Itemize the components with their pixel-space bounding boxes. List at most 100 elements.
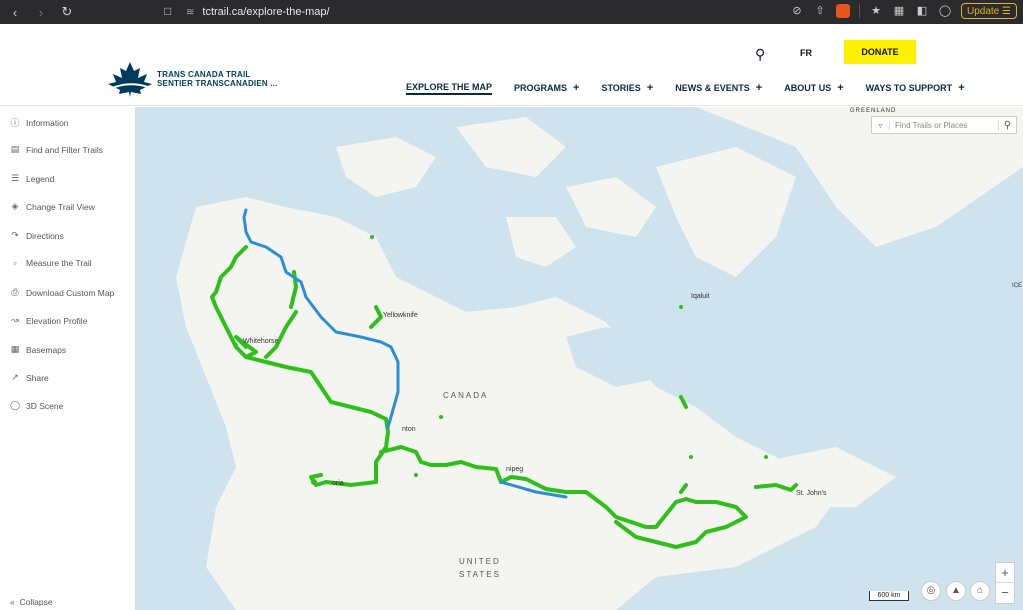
update-button[interactable]: Update ☰ — [961, 3, 1017, 19]
nav-news-events[interactable]: NEWS & EVENTS + — [675, 81, 762, 95]
globe-icon: ◯ — [9, 400, 21, 410]
basemap-icon: ▦ — [10, 344, 20, 354]
sidebar-item-label: Directions — [26, 230, 64, 241]
sidebar-item-3d-scene[interactable]: ◯ 3D Scene — [9, 400, 63, 411]
zoom-in-button[interactable]: + — [996, 563, 1014, 583]
zoom-out-button[interactable]: − — [996, 583, 1014, 603]
directions-icon: ↷ — [11, 230, 19, 240]
donate-button[interactable]: DONATE — [844, 40, 916, 64]
map-label-whitehorse: Whitehorse — [243, 338, 279, 345]
chevron-left-icon: « — [10, 597, 15, 607]
map-label-st-johns: St. John's — [796, 490, 827, 497]
nav-label: WAYS TO SUPPORT — [865, 83, 953, 93]
legend-icon: ☰ — [10, 173, 20, 183]
layers-icon: ◈ — [11, 201, 19, 211]
locate-button[interactable]: ◎ — [921, 581, 941, 601]
plus-icon: + — [958, 82, 965, 94]
sidebar-item-label: 3D Scene — [26, 400, 64, 411]
divider — [859, 4, 860, 18]
collapse-button[interactable]: « Collapse — [10, 597, 53, 607]
nav-label: PROGRAMS — [514, 83, 568, 93]
share-page-icon[interactable]: ⇧ — [813, 4, 827, 18]
sidebar-item-share[interactable]: ↗ Share — [9, 372, 49, 383]
sidebar-item-directions[interactable]: ↷ Directions — [9, 230, 64, 241]
sidebar-item-change-trail-view[interactable]: ◈ Change Trail View — [9, 201, 95, 212]
site-logo[interactable]: TRANS CANADA TRAIL SENTIER TRANSCANADIEN… — [107, 61, 278, 97]
map-label-states: STATES — [459, 570, 501, 579]
share-icon: ↗ — [11, 372, 19, 382]
nav-stories[interactable]: STORIES + — [601, 81, 653, 95]
update-label: Update — [967, 6, 1000, 17]
browser-toolbar: ‹ › ↻ □ ≋ tctrail.ca/explore-the-map/ ⊘ … — [0, 0, 1023, 24]
map-canvas[interactable]: GREENLAND CANADA UNITED STATES Yellowkni… — [136, 107, 1023, 610]
sidebar-item-label: Basemaps — [26, 344, 67, 355]
map-label-canada: CANADA — [443, 391, 489, 400]
elevation-icon: ↝ — [11, 315, 19, 325]
sidebar-item-label: Change Trail View — [26, 201, 95, 212]
language-toggle[interactable]: FR — [800, 48, 812, 58]
maple-leaf-icon — [108, 62, 152, 97]
sidebar-toggle-icon[interactable]: ◧ — [915, 4, 929, 18]
main-nav: EXPLORE THE MAP PROGRAMS + STORIES + NEWS … — [406, 81, 987, 95]
search-icon[interactable]: ⚲ — [998, 119, 1016, 131]
forward-icon[interactable]: › — [35, 5, 47, 20]
nav-programs[interactable]: PROGRAMS + — [514, 81, 579, 95]
plus-icon: + — [837, 82, 844, 94]
info-icon: ⓘ — [10, 118, 20, 128]
sidebar-item-label: Share — [26, 372, 49, 383]
chevron-down-icon[interactable]: ▿ — [872, 120, 890, 130]
nav-label: STORIES — [601, 83, 641, 93]
map-label-yellowknife: Yellowknife — [383, 312, 418, 319]
sidebar-item-basemaps[interactable]: ▦ Basemaps — [9, 344, 66, 355]
nav-about-us[interactable]: ABOUT US + — [784, 81, 843, 95]
sidebar-item-label: Find and Filter Trails — [26, 144, 103, 155]
site-header: TRANS CANADA TRAIL SENTIER TRANSCANADIEN… — [0, 24, 1023, 106]
wallet-icon[interactable]: ▦ — [892, 4, 906, 18]
sidebar-item-label: Download Custom Map — [26, 287, 115, 298]
sidebar-item-download-map[interactable]: ⎙ Download Custom Map — [9, 287, 114, 298]
compass-button[interactable]: ▲ — [946, 581, 966, 601]
sidebar-item-label: Measure the Trail — [26, 258, 92, 268]
map-label-edmonton: nton — [402, 426, 416, 433]
zoom-controls: + − — [995, 562, 1015, 604]
extensions-icon[interactable]: ★ — [869, 4, 883, 18]
sidebar-item-find-filter[interactable]: ▤ Find and Filter Trails — [9, 144, 103, 155]
sidebar-item-elevation[interactable]: ↝ Elevation Profile — [9, 315, 87, 326]
nav-explore-the-map[interactable]: EXPLORE THE MAP — [406, 81, 493, 95]
map-tools-sidebar: ⓘ Information ▤ Find and Filter Trails ☰ Le… — [0, 107, 136, 610]
map-label-winnipeg: nipeg — [506, 466, 524, 473]
nav-label: NEWS & EVENTS — [675, 83, 750, 93]
back-icon[interactable]: ‹ — [9, 5, 21, 20]
ruler-icon: ▫ — [13, 258, 17, 268]
reload-icon[interactable]: ↻ — [61, 4, 73, 20]
plus-icon: + — [573, 82, 580, 94]
sidebar-item-label: Elevation Profile — [26, 315, 88, 326]
nav-label: ABOUT US — [784, 83, 832, 93]
map-search-input[interactable]: Find Trails or Places — [890, 121, 998, 130]
brave-shield-icon[interactable] — [836, 4, 850, 18]
site-settings-icon[interactable]: ≋ — [186, 7, 194, 18]
search-icon[interactable]: ⚲ — [755, 46, 765, 63]
sidebar-item-information[interactable]: ⓘ Information — [9, 116, 69, 129]
logo-line2: SENTIER TRANSCANADIEN ... — [157, 79, 278, 88]
url-text: tctrail.ca/explore-the-map/ — [202, 6, 330, 18]
filter-icon: ▤ — [10, 144, 20, 154]
map-label-victoria: oria — [332, 480, 344, 487]
sidebar-item-legend[interactable]: ☰ Legend — [9, 173, 54, 184]
logo-line1: TRANS CANADA TRAIL — [157, 70, 251, 79]
print-icon: ⎙ — [11, 287, 19, 297]
vpn-icon[interactable]: ◯ — [938, 4, 952, 18]
sidebar-item-measure[interactable]: ▫ Measure the Trail — [9, 258, 92, 268]
map-label-united: UNITED — [459, 557, 501, 566]
home-button[interactable]: ⌂ — [970, 581, 990, 601]
sidebar-item-label: Information — [26, 117, 69, 128]
map-search-box: ▿ Find Trails or Places ⚲ — [871, 116, 1017, 134]
collapse-label: Collapse — [19, 597, 53, 607]
basemap — [176, 107, 1023, 610]
map-label-ice: ICE — [1012, 283, 1023, 289]
address-bar[interactable]: ≋ tctrail.ca/explore-the-map/ — [186, 3, 826, 21]
no-tracking-icon[interactable]: ⊘ — [790, 4, 804, 18]
bookmark-icon[interactable]: □ — [164, 4, 171, 18]
nav-ways-to-support[interactable]: WAYS TO SUPPORT + — [866, 81, 965, 95]
plus-icon: + — [755, 82, 763, 94]
